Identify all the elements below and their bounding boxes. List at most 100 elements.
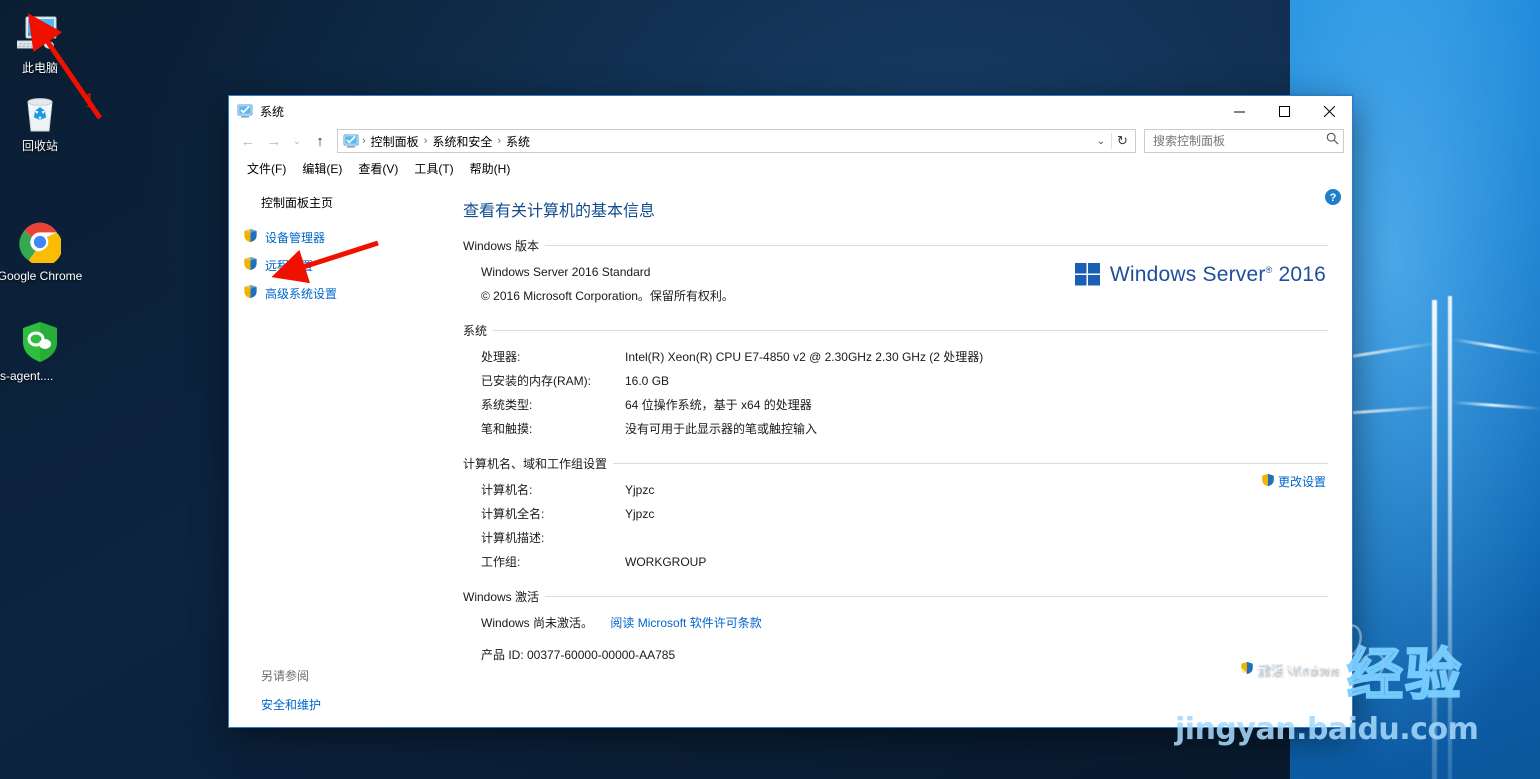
breadcrumb[interactable]: › 控制面板 › 系统和安全 › 系统 ⌄ ↻ bbox=[337, 129, 1136, 153]
section-system: 系统 处理器: Intel(R) Xeon(R) CPU E7-4850 v2 … bbox=[457, 322, 1328, 441]
row-value: 64 位操作系统，基于 x64 的处理器 bbox=[625, 398, 812, 412]
desktop-icon-google-chrome[interactable]: Google Chrome bbox=[0, 218, 88, 284]
section-title: Windows 版本 bbox=[463, 239, 540, 253]
page-title: 查看有关计算机的基本信息 bbox=[463, 203, 656, 220]
system-row-system-type: 系统类型: 64 位操作系统，基于 x64 的处理器 bbox=[457, 393, 1328, 417]
change-settings-link[interactable]: 更改设置 bbox=[1261, 473, 1326, 490]
row-key: 计算机全名: bbox=[481, 507, 545, 521]
system-row-ram: 已安装的内存(RAM): 16.0 GB bbox=[457, 369, 1328, 393]
row-value: Yjpzc bbox=[625, 507, 655, 521]
breadcrumb-dropdown-chevron-icon[interactable]: ⌄ bbox=[1091, 136, 1111, 147]
row-value: WORKGROUP bbox=[625, 555, 707, 569]
desktop-icon-recycle-bin[interactable]: 回收站 bbox=[0, 88, 88, 154]
menu-item-help[interactable]: 帮助(H) bbox=[462, 158, 519, 179]
row-value: 没有可用于此显示器的笔或触控输入 bbox=[625, 422, 818, 436]
sidebar-item-device-manager[interactable]: 设备管理器 bbox=[229, 223, 451, 251]
brand-year: 2016 bbox=[1278, 263, 1326, 286]
menu-bar: 文件(F) 编辑(E) 查看(V) 工具(T) 帮助(H) bbox=[229, 156, 1352, 180]
menu-item-tools[interactable]: 工具(T) bbox=[406, 158, 461, 179]
desktop-icon-label: 此电脑 bbox=[21, 61, 58, 75]
see-also-link-security-maintenance[interactable]: 安全和维护 bbox=[261, 696, 451, 713]
row-key: 处理器: bbox=[481, 350, 521, 364]
row-key: 已安装的内存(RAM): bbox=[481, 374, 591, 388]
windows-flag-icon bbox=[1074, 262, 1101, 288]
row-key: 工作组: bbox=[481, 555, 521, 569]
wallpaper-beam bbox=[1448, 296, 1452, 779]
product-id: 产品 ID: 00377-60000-00000-AA785 bbox=[481, 648, 676, 662]
sidebar-item-advanced-system-settings[interactable]: 高级系统设置 bbox=[229, 279, 451, 307]
help-icon[interactable]: ? bbox=[1324, 188, 1342, 206]
sidebar-item-label: 高级系统设置 bbox=[265, 286, 338, 301]
shield-icon bbox=[243, 284, 259, 302]
cs-agent-shield-icon bbox=[0, 318, 88, 366]
row-value: 16.0 GB bbox=[625, 374, 670, 388]
desktop-icon-cs-agent[interactable]: cs-agent.... bbox=[0, 318, 88, 384]
menu-item-file[interactable]: 文件(F) bbox=[239, 158, 294, 179]
section-computer-name: 计算机名、域和工作组设置 计算机名: Yjpzc 计算机全名: Yjpzc 计算… bbox=[457, 455, 1328, 574]
svg-text:?: ? bbox=[1330, 192, 1337, 204]
section-windows-activation: Windows 激活 Windows 尚未激活。 阅读 Microsoft 软件… bbox=[457, 588, 1328, 667]
recycle-bin-icon bbox=[0, 88, 88, 136]
search-input[interactable] bbox=[1153, 134, 1326, 148]
brand-registered-mark: ® bbox=[1265, 265, 1273, 275]
row-key: 笔和触摸: bbox=[481, 422, 533, 436]
row-key: 系统类型: bbox=[481, 398, 533, 412]
sidebar-item-label: 设备管理器 bbox=[265, 230, 326, 245]
see-also-section: 另请参阅 安全和维护 bbox=[229, 667, 451, 727]
chrome-icon bbox=[0, 218, 88, 266]
sidebar-item-label: 远程设置 bbox=[265, 258, 314, 273]
row-key: 计算机名: bbox=[481, 483, 533, 497]
license-terms-link[interactable]: 阅读 Microsoft 软件许可条款 bbox=[610, 616, 761, 630]
minimize-button[interactable] bbox=[1217, 96, 1262, 126]
sidebar-item-control-panel-home[interactable]: 控制面板主页 bbox=[229, 194, 451, 223]
menu-item-view[interactable]: 查看(V) bbox=[350, 158, 406, 179]
computer-row-name: 计算机名: Yjpzc bbox=[457, 478, 1328, 502]
activation-status-row: Windows 尚未激活。 阅读 Microsoft 软件许可条款 bbox=[457, 611, 1328, 635]
desktop: 此电脑 回收站 Google Chrome s-agent.... 1 系统 ←… bbox=[0, 0, 1540, 779]
system-control-panel-window: 系统 ← → ⌄ ↑ › 控制面板 › 系统和安全 › 系统 ⌄ ↻ 搜索控制面… bbox=[228, 95, 1353, 728]
change-settings-label: 更改设置 bbox=[1277, 475, 1326, 489]
close-button[interactable] bbox=[1307, 96, 1352, 126]
back-button[interactable]: ← bbox=[235, 128, 261, 154]
desktop-icon-label: Google Chrome bbox=[0, 269, 83, 283]
section-title: Windows 激活 bbox=[463, 590, 540, 604]
shield-icon bbox=[1240, 661, 1254, 678]
recent-locations-chevron-icon[interactable]: ⌄ bbox=[287, 128, 307, 154]
system-row-pen-touch: 笔和触摸: 没有可用于此显示器的笔或触控输入 bbox=[457, 417, 1328, 441]
system-icon bbox=[237, 103, 253, 119]
breadcrumb-item-system[interactable]: 系统 bbox=[502, 133, 534, 150]
breadcrumb-item-system-and-security[interactable]: 系统和安全 bbox=[428, 133, 496, 150]
search-box[interactable] bbox=[1144, 129, 1344, 153]
sidebar-item-remote-settings[interactable]: 远程设置 bbox=[229, 251, 451, 279]
up-button[interactable]: ↑ bbox=[307, 128, 333, 154]
shield-icon bbox=[1261, 473, 1275, 490]
forward-button[interactable]: → bbox=[261, 128, 287, 154]
desktop-icon-this-pc[interactable]: 此电脑 bbox=[0, 10, 88, 76]
wallpaper-beam bbox=[1432, 300, 1437, 779]
address-bar-row: ← → ⌄ ↑ › 控制面板 › 系统和安全 › 系统 ⌄ ↻ 搜索控制面板 bbox=[229, 126, 1352, 156]
main-content: ? 查看有关计算机的基本信息 Windows Server® 2016 更改设置… bbox=[451, 180, 1352, 727]
breadcrumb-tail: ⌄ ↻ bbox=[1091, 133, 1133, 149]
menu-item-edit[interactable]: 编辑(E) bbox=[294, 158, 350, 179]
window-controls bbox=[1217, 96, 1352, 126]
activation-status-text: Windows 尚未激活。 bbox=[481, 616, 594, 630]
annotation-number-1: 1 bbox=[84, 88, 95, 112]
row-value bbox=[625, 526, 1328, 550]
section-header: Windows 激活 bbox=[463, 588, 1328, 605]
row-value: Intel(R) Xeon(R) CPU E7-4850 v2 @ 2.30GH… bbox=[625, 350, 984, 364]
shield-icon bbox=[243, 256, 259, 274]
search-icon[interactable] bbox=[1326, 132, 1339, 150]
shield-icon bbox=[243, 228, 259, 246]
see-also-title: 另请参阅 bbox=[261, 669, 310, 683]
this-pc-icon bbox=[0, 10, 88, 58]
section-title: 计算机名、域和工作组设置 bbox=[463, 457, 608, 471]
desktop-icon-label: cs-agent.... bbox=[0, 369, 54, 383]
refresh-button[interactable]: ↻ bbox=[1111, 133, 1133, 149]
activate-windows-notice: 激活 Windows bbox=[1240, 660, 1340, 679]
computer-row-description: 计算机描述: bbox=[457, 526, 1328, 550]
section-header: 系统 bbox=[463, 322, 1328, 339]
window-titlebar[interactable]: 系统 bbox=[229, 96, 1352, 126]
maximize-button[interactable] bbox=[1262, 96, 1307, 126]
breadcrumb-item-control-panel[interactable]: 控制面板 bbox=[367, 133, 423, 150]
row-value: Yjpzc bbox=[625, 483, 655, 497]
